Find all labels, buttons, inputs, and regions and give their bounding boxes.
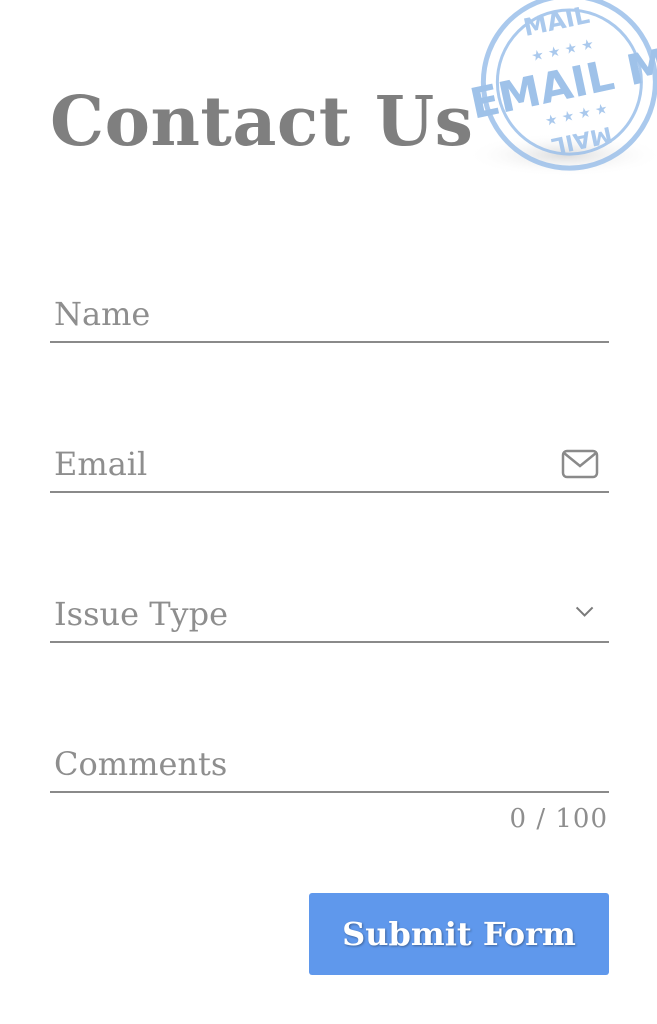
issue-type-select[interactable]: Issue Type <box>50 587 609 643</box>
submit-form-button[interactable]: Submit Form <box>309 893 609 975</box>
comments-input[interactable] <box>50 737 609 791</box>
email-field-wrapper <box>50 437 609 493</box>
issue-type-placeholder: Issue Type <box>54 595 229 633</box>
chevron-down-icon <box>575 606 594 617</box>
comments-char-counter: 0 / 100 <box>509 804 608 834</box>
name-input[interactable] <box>50 287 609 341</box>
email-stamp-logo: MAIL EMAIL M MAIL ★ ★ ★ ★ ★ ★ ★ ★ <box>465 0 657 177</box>
page-title: Contact Us <box>50 82 474 162</box>
comments-field-wrapper <box>50 737 609 793</box>
email-input[interactable] <box>50 437 609 491</box>
name-field-wrapper <box>50 287 609 343</box>
envelope-icon <box>561 449 599 479</box>
